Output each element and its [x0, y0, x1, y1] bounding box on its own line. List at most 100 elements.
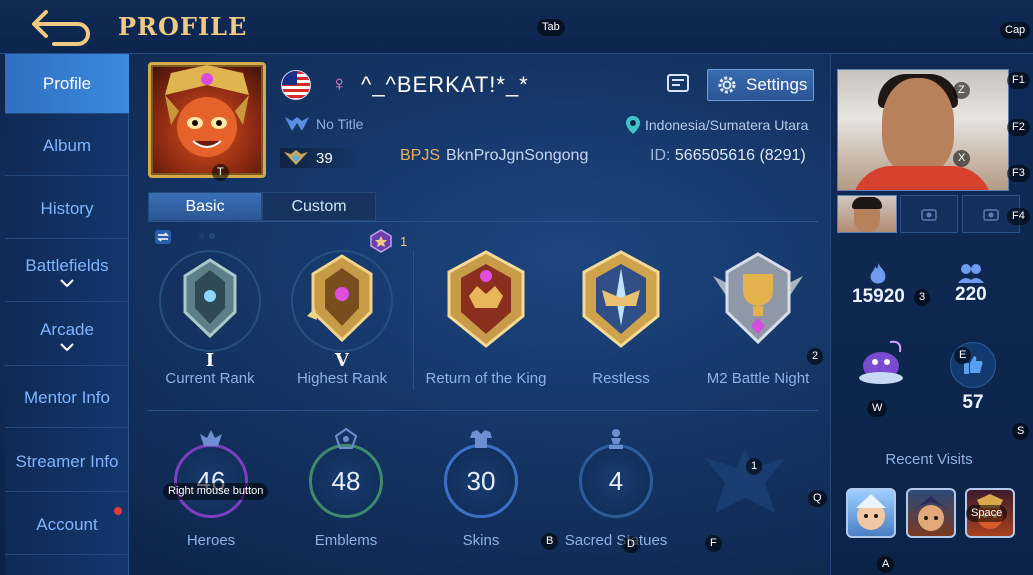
key-hint-3: 3	[914, 289, 931, 306]
squad-name: BknProJgnSongong	[446, 147, 589, 164]
sidebar: Profile Album History Battlefields Arcad…	[5, 54, 129, 575]
key-hint-space: Space	[966, 505, 1008, 522]
settings-button[interactable]: Settings	[707, 69, 814, 101]
tab-underline	[148, 221, 818, 222]
notification-dot	[114, 507, 122, 515]
sidebar-item-label: Arcade	[40, 320, 94, 339]
key-hint-d: D	[622, 536, 640, 553]
page-dots-icon	[199, 233, 215, 239]
stat-sacred-statues[interactable]: 4 Sacred Statues	[554, 429, 678, 556]
phoenix-watermark-icon	[705, 448, 785, 513]
message-icon	[667, 74, 689, 92]
stat-label: Skins	[462, 532, 500, 549]
followers-value: 220	[955, 284, 987, 305]
sidebar-item-mentor-info[interactable]: Mentor Info	[5, 368, 129, 428]
player-name: ^_^BERKAT!*_*	[361, 72, 529, 97]
star-count: 1	[400, 233, 408, 249]
sidebar-item-battlefields[interactable]: Battlefields	[5, 242, 129, 302]
key-hint-1: 1	[746, 458, 763, 475]
back-arrow-icon	[32, 10, 90, 46]
rank-current[interactable]: I Current Rank	[144, 240, 276, 400]
rank-tier: I	[205, 350, 215, 371]
level-wings-icon	[284, 150, 308, 165]
likes-value: 57	[962, 392, 984, 413]
key-hint-z: Z	[953, 82, 970, 99]
stat-label: Heroes	[186, 532, 236, 549]
achievement-return-of-the-king[interactable]: Return of the King	[420, 240, 552, 400]
trophy-emblem-icon	[713, 252, 803, 345]
star-badge-icon	[370, 229, 392, 253]
sidebar-item-label: History	[40, 198, 94, 218]
player-id: ID: 566505616 (8291)	[650, 147, 806, 165]
player-title-text: No Title	[316, 116, 364, 132]
followers-icon	[957, 264, 984, 283]
sidebar-item-label: Streamer Info	[15, 451, 119, 471]
squad-tag: BPJS	[400, 147, 441, 164]
squad-info[interactable]: BPJS BknProJgnSongong	[400, 147, 588, 165]
tab-basic[interactable]: Basic	[148, 192, 262, 221]
gender-icon: ♀	[331, 71, 348, 96]
popularity-value: 15920	[852, 286, 905, 307]
settings-label: Settings	[746, 75, 808, 94]
key-hint-2: 2	[807, 348, 824, 365]
sidebar-item-label: Album	[42, 135, 92, 155]
stat-label: Emblems	[314, 532, 378, 549]
tab-custom[interactable]: Custom	[262, 192, 376, 221]
gear-icon	[718, 76, 736, 94]
sidebar-item-profile[interactable]: Profile	[5, 54, 129, 114]
key-hint-tab: Tab	[537, 19, 565, 36]
sidebar-item-history[interactable]: History	[5, 179, 129, 239]
sidebar-item-streamer-info[interactable]: Streamer Info	[5, 432, 129, 492]
key-hint-f3: F3	[1007, 165, 1030, 182]
rank-highest[interactable]: V Highest Rank	[276, 240, 408, 400]
achievement-restless[interactable]: Restless	[555, 240, 687, 400]
player-location: Indonesia/Sumatera Utara	[625, 115, 808, 135]
rank-label: Return of the King	[425, 370, 547, 387]
sidebar-item-label: Account	[36, 514, 98, 534]
key-hint-f4: F4	[1007, 208, 1030, 225]
highest-rank-stars: 1	[368, 228, 407, 254]
sidebar-item-label: Battlefields	[25, 256, 109, 275]
rank-emblem-icon	[159, 250, 261, 352]
rank-label: Restless	[592, 370, 650, 387]
stat-value: 46	[174, 444, 248, 518]
chevron-down-icon	[60, 343, 74, 351]
top-bar: PROFILE	[0, 0, 1033, 54]
key-hint-f1: F1	[1007, 72, 1030, 89]
title-badge-icon	[285, 117, 309, 131]
recent-visits-title: Recent Visits	[885, 451, 973, 468]
camera-slot[interactable]	[900, 195, 958, 233]
sidebar-item-arcade[interactable]: Arcade	[5, 306, 129, 366]
back-button[interactable]	[30, 6, 96, 46]
key-hint-t: T	[212, 164, 229, 181]
sidebar-item-account[interactable]: Account	[5, 495, 129, 555]
restless-emblem-icon	[582, 250, 660, 348]
recent-visitor-avatar[interactable]	[846, 488, 896, 538]
location-pin-icon	[626, 116, 640, 134]
popularity-stat[interactable]: 15920	[852, 262, 905, 308]
stat-value: 4	[579, 444, 653, 518]
camera-icon	[921, 209, 937, 221]
king-emblem-icon	[447, 250, 525, 348]
pet-companion[interactable]	[856, 334, 906, 395]
recent-visitor-avatar[interactable]	[906, 488, 956, 538]
stat-skins[interactable]: 30 Skins	[419, 430, 543, 556]
chevron-down-icon	[60, 279, 74, 287]
avatar[interactable]	[148, 62, 266, 178]
avatar-portrait-icon	[165, 65, 249, 157]
achievement-m2-battle-night[interactable]: M2 Battle Night	[692, 240, 824, 400]
stat-value: 30	[444, 444, 518, 518]
stat-emblems[interactable]: 48 Emblems	[284, 428, 408, 556]
pet-icon	[859, 340, 903, 384]
key-hint-right-mouse: Right mouse button	[163, 483, 269, 500]
page-title: PROFILE	[118, 12, 248, 41]
webcam-thumbnail[interactable]	[837, 195, 897, 233]
rank-label: Current Rank	[165, 370, 255, 387]
player-title[interactable]: No Title	[284, 115, 363, 133]
rank-label: Highest Rank	[296, 370, 388, 387]
location-text: Indonesia/Sumatera Utara	[645, 117, 809, 133]
followers-stat[interactable]: 220	[955, 262, 987, 306]
sidebar-item-album[interactable]: Album	[5, 116, 129, 176]
message-button[interactable]	[666, 73, 690, 95]
key-hint-q: Q	[808, 490, 827, 507]
